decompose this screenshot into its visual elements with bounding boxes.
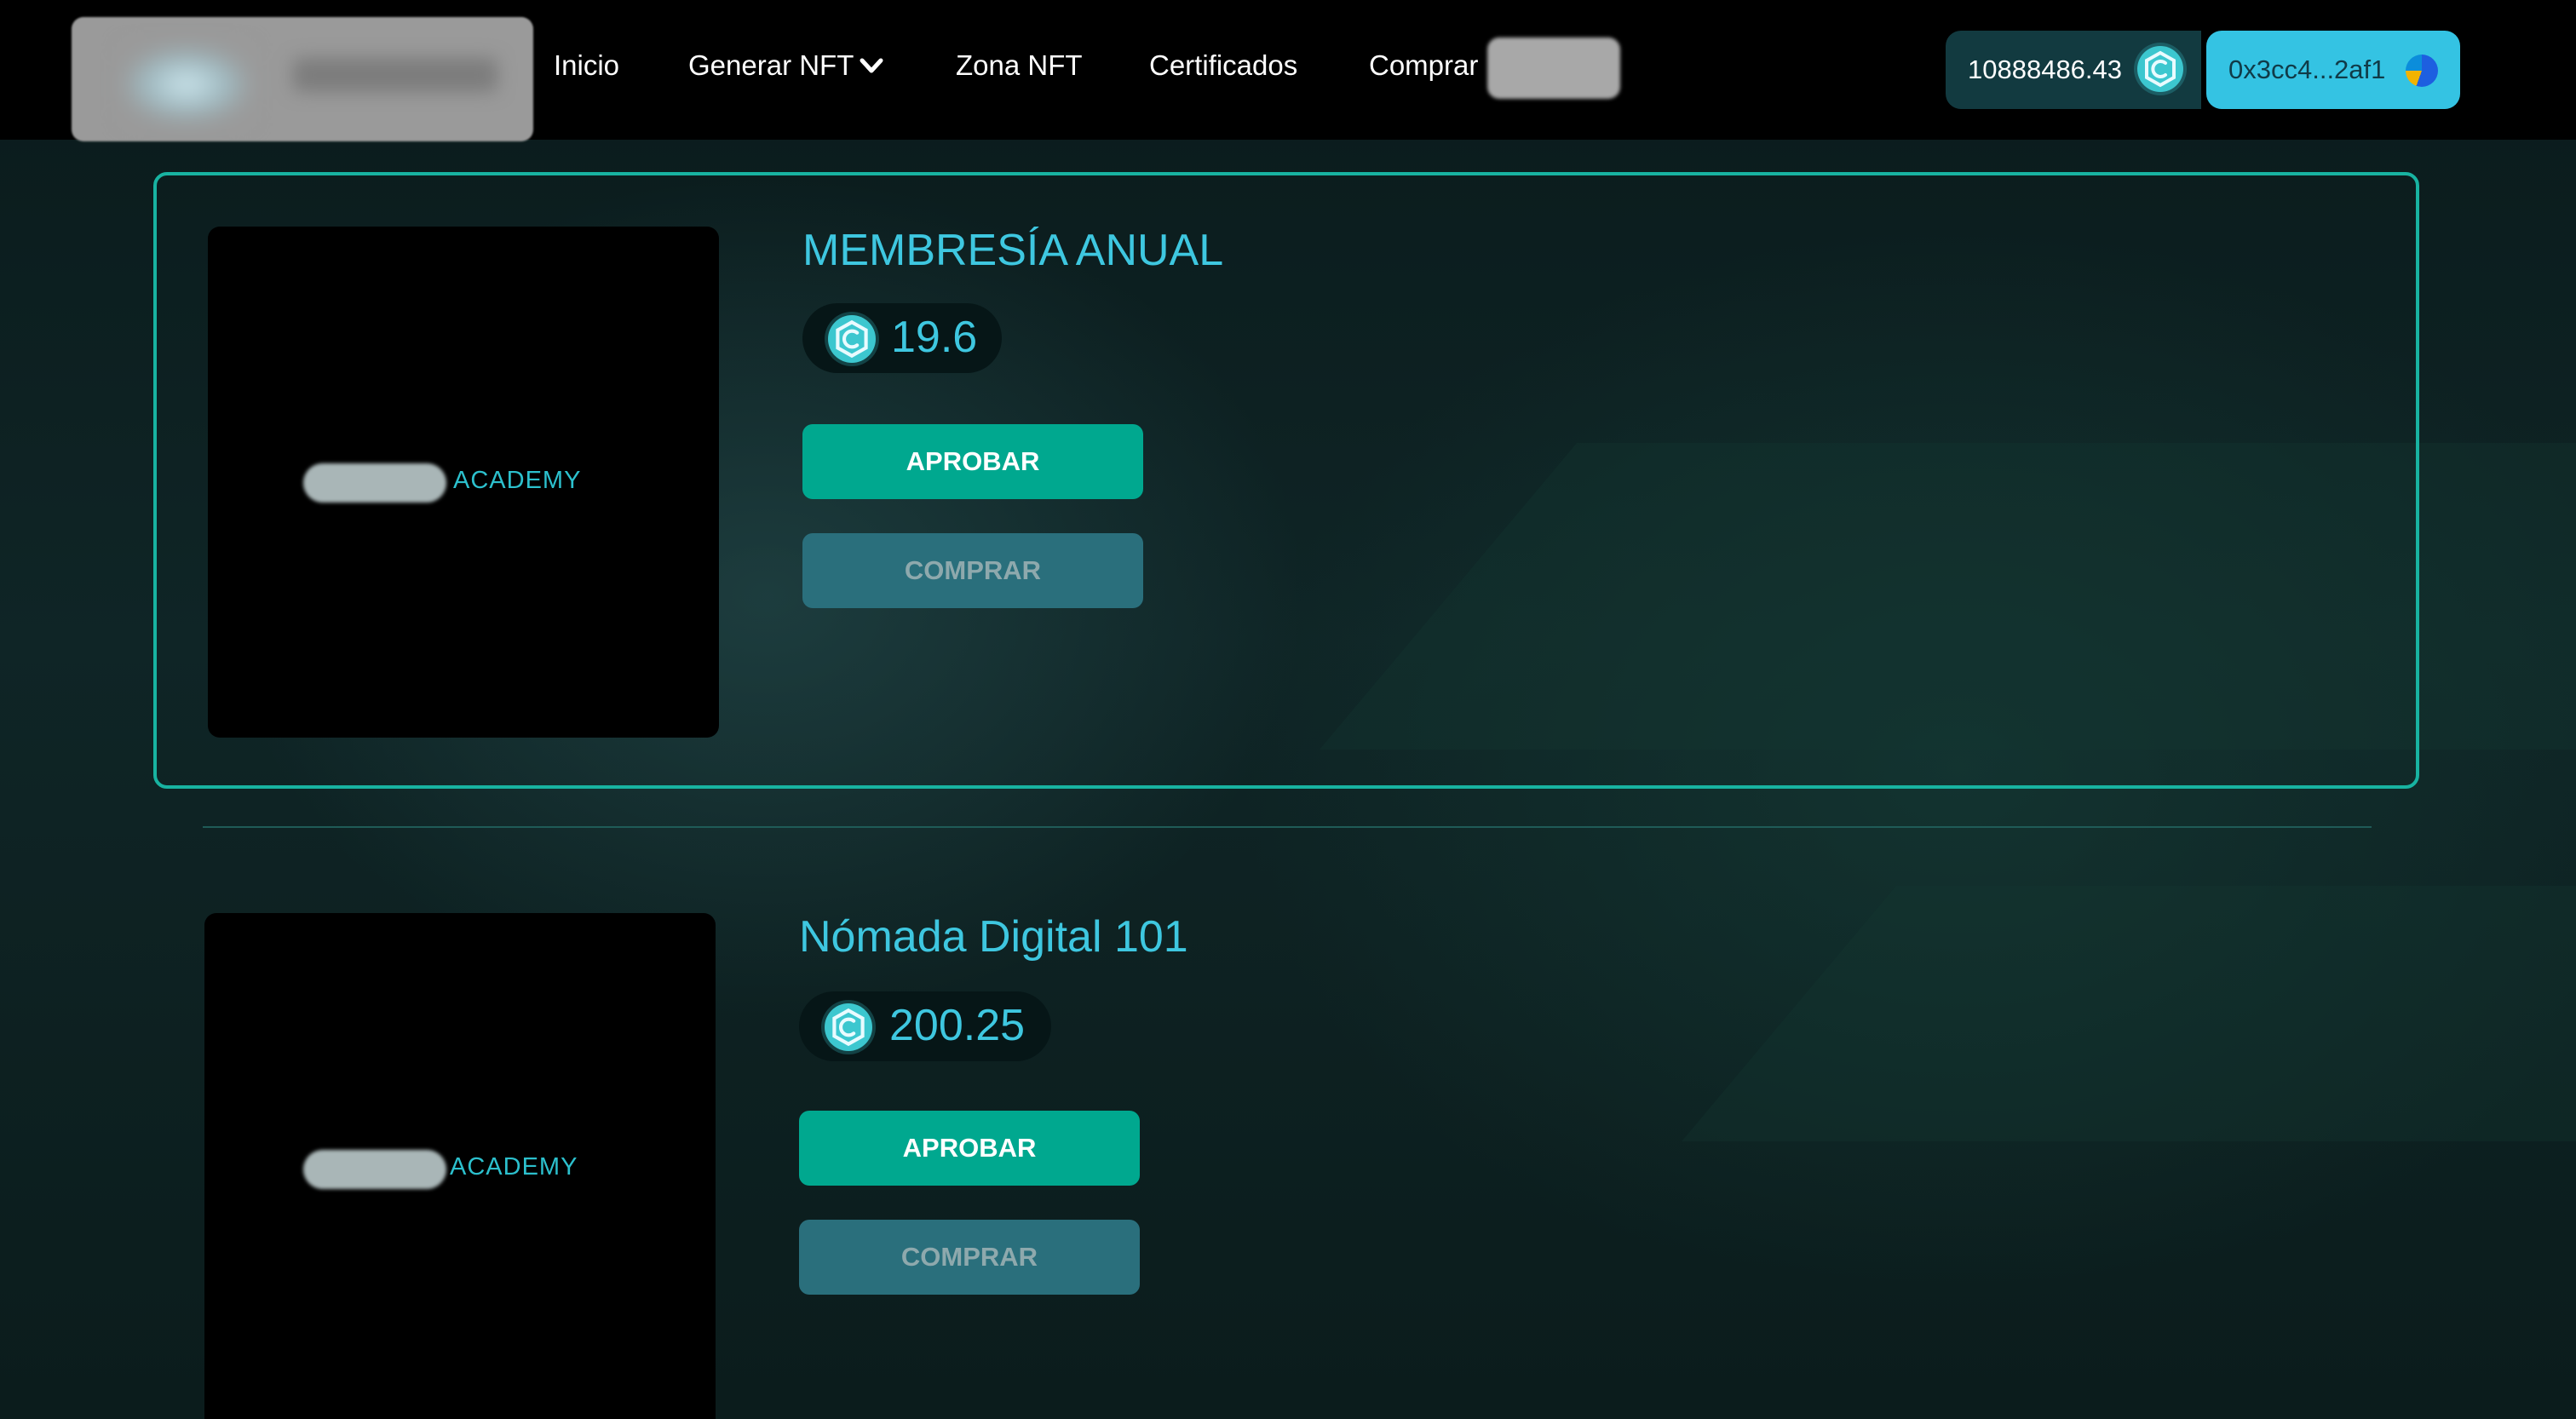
thumbnail-label: ACADEMY xyxy=(453,467,582,494)
coin-icon xyxy=(828,315,876,363)
token-balance-value: 10888486.43 xyxy=(1968,55,2123,84)
brand-logo[interactable] xyxy=(72,17,533,141)
buy-button[interactable]: COMPRAR xyxy=(799,1220,1140,1295)
buy-button[interactable]: COMPRAR xyxy=(802,533,1143,608)
product-thumbnail: ACADEMY xyxy=(204,913,716,1419)
background-shape xyxy=(1682,886,2576,1141)
nav-comprar[interactable]: Comprar xyxy=(1369,49,1478,82)
product-price: 200.25 xyxy=(889,1001,1026,1050)
nav-certificados[interactable]: Certificados xyxy=(1149,49,1297,82)
redacted-nav-item[interactable] xyxy=(1487,37,1620,99)
wallet-avatar-icon xyxy=(2406,55,2438,87)
logo-mark xyxy=(123,46,250,123)
product-title: Nómada Digital 101 xyxy=(799,912,1188,962)
section-divider xyxy=(203,826,2372,828)
thumbnail-label: ACADEMY xyxy=(450,1153,578,1181)
product-thumbnail: ACADEMY xyxy=(208,227,719,738)
approve-button[interactable]: APROBAR xyxy=(802,424,1143,499)
product-title: MEMBRESÍA ANUAL xyxy=(802,226,1224,275)
chevron-down-icon[interactable] xyxy=(859,53,884,78)
approve-button[interactable]: APROBAR xyxy=(799,1111,1140,1186)
nav-inicio[interactable]: Inicio xyxy=(554,49,619,82)
top-navbar: Inicio Generar NFT Zona NFT Certificados… xyxy=(0,0,2576,141)
coin-icon xyxy=(825,1003,872,1051)
wallet-address[interactable]: 0x3cc4...2af1 xyxy=(2228,55,2385,85)
product-price: 19.6 xyxy=(891,313,978,362)
logo-text-redacted xyxy=(293,58,497,92)
redacted-brand xyxy=(303,1150,446,1189)
redacted-brand xyxy=(303,463,446,503)
nav-generar-nft[interactable]: Generar NFT xyxy=(688,49,854,82)
nav-zona-nft[interactable]: Zona NFT xyxy=(956,49,1083,82)
coin-icon xyxy=(2137,46,2183,92)
